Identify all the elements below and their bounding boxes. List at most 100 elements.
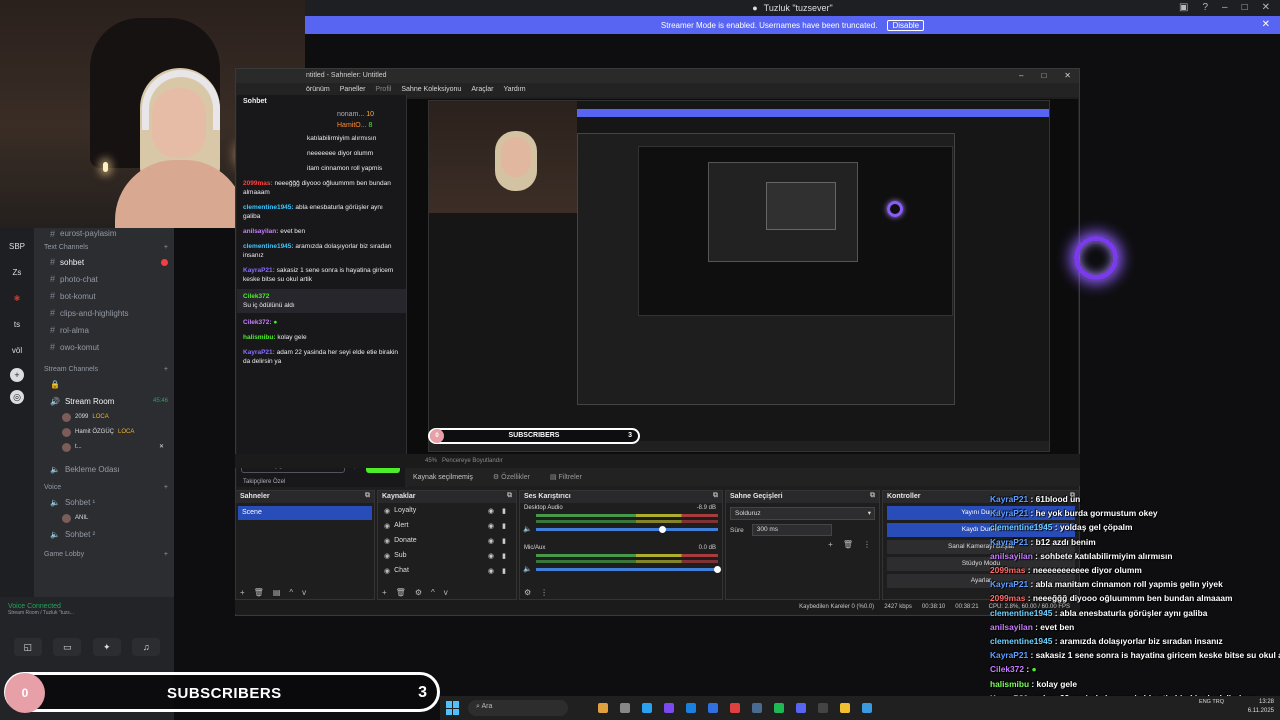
channel-stream-room[interactable]: 🔊 Stream Room 45:46 [40,393,168,410]
taskbar-search[interactable]: ⌕ Ara [468,700,568,716]
speaker-icon[interactable]: 🔈 [523,565,532,573]
dock-undock-icon[interactable]: ⧉ [365,492,370,500]
category-voice[interactable]: Voice + [44,484,168,491]
minimize-icon[interactable]: – [1019,69,1023,83]
add-icon[interactable]: + [828,540,833,549]
move-up-icon[interactable]: ^ [289,588,293,597]
activities-icon[interactable]: ✦ [92,638,121,656]
channel-sohbet-2[interactable]: 🔈 Sohbet ² [40,526,168,543]
soundboard-icon[interactable]: ♫ [132,638,161,656]
discord-icon[interactable] [796,703,806,713]
server-zs[interactable]: Zs [5,264,29,282]
source-row[interactable]: ◉ Donate ◉ ▮ [378,533,516,548]
menu-scene-collection[interactable]: Sahne Koleksiyonu [401,83,461,97]
chrome-icon[interactable] [730,703,740,713]
category-stream[interactable]: Stream Channels + [44,366,168,373]
voice-user[interactable]: 2099 LOCA [40,410,168,425]
minimize-icon[interactable]: – [1222,2,1228,13]
eye-icon[interactable]: ◉ [488,507,494,515]
voice-user[interactable]: Hamit ÖZGÜÇ LOCA [40,425,168,440]
volume-knob[interactable] [659,526,667,533]
trash-icon[interactable]: 🗑 [843,540,853,549]
trash-icon[interactable]: 🗑 [254,588,264,597]
move-up-icon[interactable]: ^ [431,588,435,597]
menu-help[interactable]: Yardım [504,83,526,97]
eye-icon[interactable]: ◉ [488,552,494,560]
close-banner-icon[interactable]: ✕ [1262,19,1270,30]
server-vol[interactable]: völ [5,342,29,360]
edge-icon[interactable] [642,703,652,713]
add-channel-icon[interactable]: + [164,551,168,558]
voice-user[interactable]: ANIL [40,511,168,526]
eye-icon[interactable]: ◉ [488,522,494,530]
channel-sohbet[interactable]: # sohbet [40,254,168,271]
language-indicator[interactable]: ENG TRQ [1199,698,1224,707]
add-channel-icon[interactable]: + [164,484,168,491]
properties-button[interactable]: ⚙ Özellikler [493,473,530,481]
add-channel-icon[interactable]: + [164,244,168,251]
volume-slider[interactable] [536,526,718,533]
lock-icon[interactable]: ▮ [502,507,506,515]
copilot-icon[interactable] [664,703,674,713]
server-ts[interactable]: ts [5,316,29,334]
add-icon[interactable]: + [240,588,245,597]
help-icon[interactable]: ? [1202,2,1208,13]
lock-icon[interactable]: ▮ [502,567,506,575]
close-icon[interactable]: ✕ [1064,69,1071,83]
disable-streamer-mode-button[interactable]: Disable [887,19,925,31]
eye-icon[interactable]: ◉ [488,537,494,545]
dock-undock-icon[interactable]: ⧉ [713,492,718,500]
move-down-icon[interactable]: v [444,588,448,597]
voice-user[interactable]: t... ✕ [40,440,168,455]
add-icon[interactable]: + [382,588,387,597]
lock-icon[interactable]: ▮ [502,537,506,545]
menu-tools[interactable]: Araçlar [471,83,493,97]
inbox-icon[interactable]: ▣ [1179,2,1188,13]
video-icon[interactable]: ◱ [13,638,42,656]
add-channel-icon[interactable]: + [164,366,168,373]
lock-icon[interactable]: ▮ [502,522,506,530]
channel-owo-komut[interactable]: # owo-komut [40,339,168,356]
advanced-audio-icon[interactable]: ⚙ [524,588,531,597]
duration-input[interactable]: 300 ms [751,524,832,536]
source-row[interactable]: ◉ Chat ◉ ▮ [378,563,516,578]
volume-slider[interactable] [536,566,721,573]
trash-icon[interactable]: 🗑 [396,588,406,597]
more-options-icon[interactable]: ⋮ [863,540,871,549]
scene-item[interactable]: Scene [238,506,372,520]
filters-button[interactable]: ▤ Filtreler [550,473,582,481]
gear-icon[interactable]: ⚙ [415,588,422,597]
source-row[interactable]: ◉ Sub ◉ ▮ [378,548,516,563]
transition-select[interactable]: Solduruz ▾ [730,507,875,520]
eye-icon[interactable]: ◉ [488,567,494,575]
channel-waiting-room[interactable]: 🔈 Bekleme Odası [40,461,168,478]
mail-icon[interactable] [686,703,696,713]
channel-rol-alma[interactable]: # rol-alma [40,322,168,339]
obs-icon[interactable] [818,703,828,713]
dock-undock-icon[interactable]: ⧉ [870,492,875,500]
widgets-icon[interactable] [598,703,608,713]
maximize-icon[interactable]: □ [1242,2,1248,13]
explorer-icon[interactable] [840,703,850,713]
server-sbp[interactable]: SBP [5,238,29,256]
category-game-lobby[interactable]: Game Lobby + [44,551,168,558]
spotify-icon[interactable] [774,703,784,713]
channel-locked[interactable]: 🔒 [40,376,168,393]
lock-icon[interactable]: ▮ [502,552,506,560]
close-icon[interactable]: ✕ [159,440,164,455]
category-text[interactable]: Text Channels + [44,244,168,251]
speaker-icon[interactable]: 🔈 [523,525,532,533]
dock-undock-icon[interactable]: ⧉ [507,492,512,500]
task-view-icon[interactable] [620,703,630,713]
fit-to-window-option[interactable]: Pencereye Boyutlandır [442,458,503,464]
channel-photo-chat[interactable]: # photo-chat [40,271,168,288]
server-red-icon[interactable]: ✱ [5,290,29,308]
clock[interactable]: 13:28 6.11.2025 [1248,698,1274,716]
discover-icon[interactable]: ◎ [10,390,24,404]
screen-share-icon[interactable]: ▭ [53,638,82,656]
channel-eurost[interactable]: # eurost-paylasim [40,228,168,240]
source-row[interactable]: ◉ Alert ◉ ▮ [378,518,516,533]
move-down-icon[interactable]: v [302,588,306,597]
more-options-icon[interactable]: ⋮ [540,588,548,597]
close-icon[interactable]: ✕ [1262,2,1270,13]
